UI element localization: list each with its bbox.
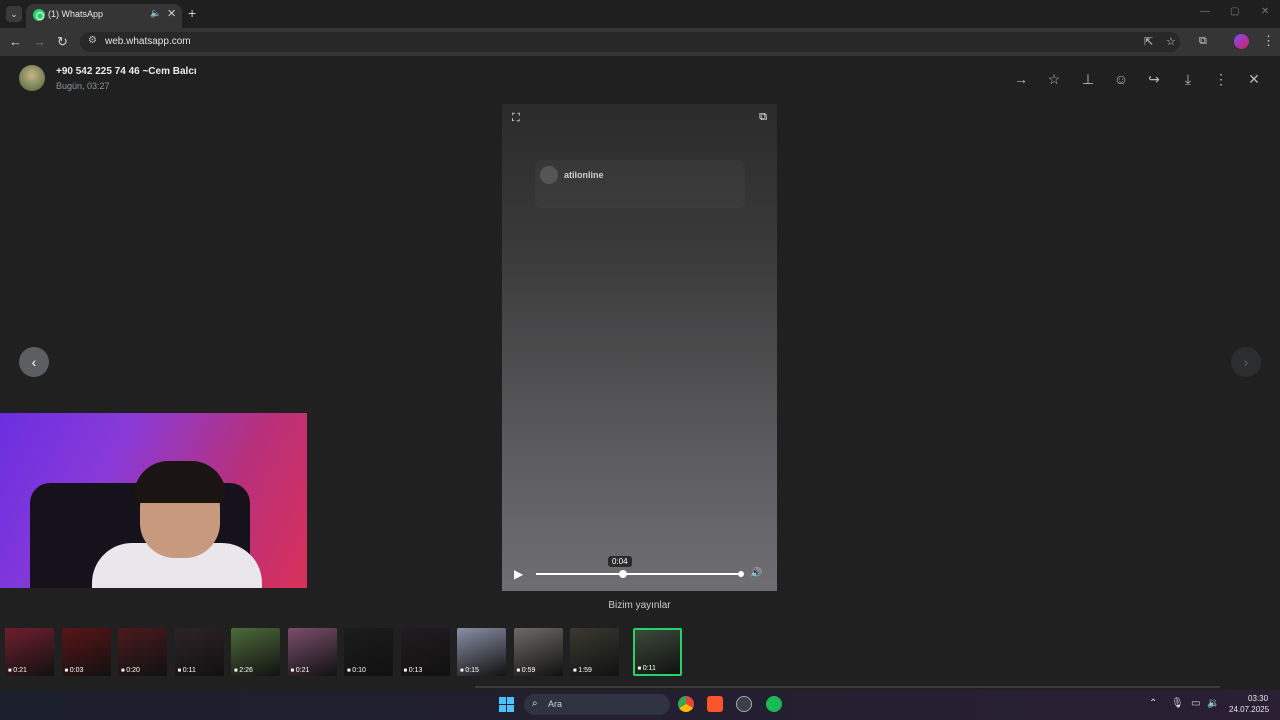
close-viewer-icon[interactable]: ✕	[1245, 70, 1263, 88]
close-tab-icon[interactable]: ✕	[167, 7, 176, 20]
media-thumbnail[interactable]: 0:21	[287, 628, 337, 676]
thumbnail-duration: 2:26	[234, 667, 253, 674]
thumbnail-duration: 0:59	[517, 667, 536, 674]
microphone-icon[interactable]: 🎙	[1171, 698, 1184, 709]
clock-date: 24.07.2025	[1229, 705, 1270, 714]
video-player[interactable]: ⛶ ⧉ atilonline 0:04 ▶ 🔊	[502, 104, 777, 591]
thumbnail-scrollbar[interactable]	[475, 686, 1220, 688]
seek-handle[interactable]	[618, 570, 627, 578]
emoji-react-icon[interactable]: ☺	[1112, 70, 1130, 88]
display-icon[interactable]: ▭	[1191, 698, 1200, 709]
go-to-message-icon[interactable]: →	[1012, 70, 1030, 88]
os-taskbar: ⌕ Ara ⌃ 🎙 ▭ 🔉 03:30 24.07.2025	[0, 690, 1280, 720]
spotify-icon[interactable]	[766, 696, 782, 712]
taskbar-search[interactable]: ⌕ Ara	[524, 694, 670, 715]
media-thumbnail[interactable]: 1:59	[570, 628, 619, 676]
thumbnail-duration: 0:11	[638, 665, 656, 672]
media-thumbnail[interactable]: 0:20	[118, 628, 167, 676]
seek-end-dot	[738, 571, 744, 577]
speaker-icon[interactable]: 🔈	[150, 8, 161, 19]
thumbnail-duration: 0:11	[178, 667, 196, 674]
obs-icon[interactable]	[736, 696, 752, 712]
play-icon[interactable]: ▶	[514, 567, 523, 581]
media-thumbnail[interactable]: 0:11	[174, 628, 224, 676]
profile-avatar[interactable]	[1234, 34, 1249, 49]
pin-icon[interactable]: ⊥	[1079, 70, 1097, 88]
media-thumbnail[interactable]: 0:10	[344, 628, 393, 676]
tab-whatsapp[interactable]: (1) WhatsApp 🔈 ✕	[26, 4, 182, 28]
download-icon[interactable]: ⤓	[1179, 70, 1197, 88]
media-thumbnail[interactable]: 0:59	[513, 628, 563, 676]
media-thumbnail[interactable]: 0:13	[400, 628, 450, 676]
more-options-icon[interactable]: ⋮	[1212, 70, 1230, 88]
media-thumbnail[interactable]: 2:26	[231, 628, 280, 676]
previous-media-button[interactable]: ‹	[19, 347, 49, 377]
bookmark-star-icon[interactable]: ☆	[1166, 35, 1176, 48]
media-thumbnail[interactable]: 0:15	[457, 628, 506, 676]
media-thumbnail[interactable]: 0:03	[61, 628, 111, 676]
thumbnail-duration: 0:13	[404, 667, 423, 674]
address-bar[interactable]: ⚙ web.whatsapp.com ⇱ ☆	[80, 32, 1180, 52]
overlay-username: atilonline	[564, 170, 604, 180]
browser-menu-icon[interactable]: ⋮	[1262, 33, 1275, 49]
whatsapp-icon	[33, 9, 45, 21]
media-thumbnail[interactable]: 0:11	[632, 628, 682, 676]
search-placeholder: Ara	[548, 699, 563, 709]
browser-tabbar: ⌄ (1) WhatsApp 🔈 ✕ + — ▢ ✕	[0, 0, 1280, 28]
contact-avatar[interactable]	[19, 65, 45, 91]
thumbnail-duration: 1:59	[573, 667, 592, 674]
chrome-icon[interactable]	[678, 696, 694, 712]
search-icon: ⌕	[532, 698, 538, 709]
install-app-icon[interactable]: ⇱	[1144, 35, 1153, 48]
media-viewer: +90 542 225 74 46 ~Cem Balcı Bugün, 03:2…	[0, 56, 1280, 690]
sound-icon[interactable]: 🔉	[1207, 698, 1219, 709]
media-thumbnail-strip: 0:21 0:03 0:20 0:11 2:26 0:21 0:10 0:13 0:15 0:59…	[0, 624, 1280, 686]
media-caption: Bizim yayınlar	[608, 600, 671, 611]
close-window-icon[interactable]: ✕	[1261, 6, 1269, 17]
seek-time-tooltip: 0:04	[608, 556, 632, 567]
windows-start-icon[interactable]	[499, 697, 514, 712]
tray-overflow-icon[interactable]: ⌃	[1149, 698, 1157, 709]
contact-name[interactable]: +90 542 225 74 46 ~Cem Balcı	[56, 66, 197, 77]
forward-icon[interactable]: ↪	[1145, 70, 1163, 88]
extensions-icon[interactable]: ⧉	[1199, 35, 1207, 48]
tab-title: (1) WhatsApp	[48, 9, 104, 19]
thumbnail-duration: 0:15	[460, 667, 479, 674]
site-info-icon[interactable]: ⚙	[88, 35, 97, 46]
picture-in-picture-icon[interactable]: ⧉	[759, 111, 767, 124]
seek-bar[interactable]	[536, 570, 744, 578]
thumbnail-duration: 0:21	[291, 667, 310, 674]
thumbnail-duration: 0:10	[347, 667, 366, 674]
reload-icon[interactable]: ↻	[57, 34, 68, 50]
minimize-icon[interactable]: —	[1200, 6, 1210, 17]
back-icon[interactable]: ←	[9, 34, 22, 49]
fullscreen-icon[interactable]: ⛶	[512, 112, 520, 125]
clock-time: 03:30	[1248, 694, 1269, 703]
url-text: web.whatsapp.com	[105, 36, 191, 47]
new-tab-button[interactable]: +	[188, 5, 196, 21]
message-timestamp: Bugün, 03:27	[56, 81, 110, 91]
tab-search-button[interactable]: ⌄	[6, 6, 22, 22]
maximize-icon[interactable]: ▢	[1230, 6, 1239, 17]
overlay-avatar	[540, 166, 558, 184]
brave-icon[interactable]	[707, 696, 723, 712]
webcam-overlay	[0, 413, 307, 588]
volume-icon[interactable]: 🔊	[750, 568, 762, 579]
browser-toolbar: ← → ↻ ⚙ web.whatsapp.com ⇱ ☆ ⧉ ⋮	[0, 28, 1280, 56]
thumbnail-duration: 0:21	[8, 667, 27, 674]
star-icon[interactable]: ☆	[1045, 70, 1063, 88]
media-thumbnail[interactable]: 0:21	[5, 628, 54, 676]
thumbnail-duration: 0:20	[121, 667, 140, 674]
thumbnail-duration: 0:03	[65, 667, 84, 674]
forward-icon[interactable]: →	[33, 34, 46, 49]
next-media-button[interactable]: ›	[1231, 347, 1261, 377]
streamer-hair	[134, 461, 226, 503]
video-overlay-card	[535, 160, 745, 208]
